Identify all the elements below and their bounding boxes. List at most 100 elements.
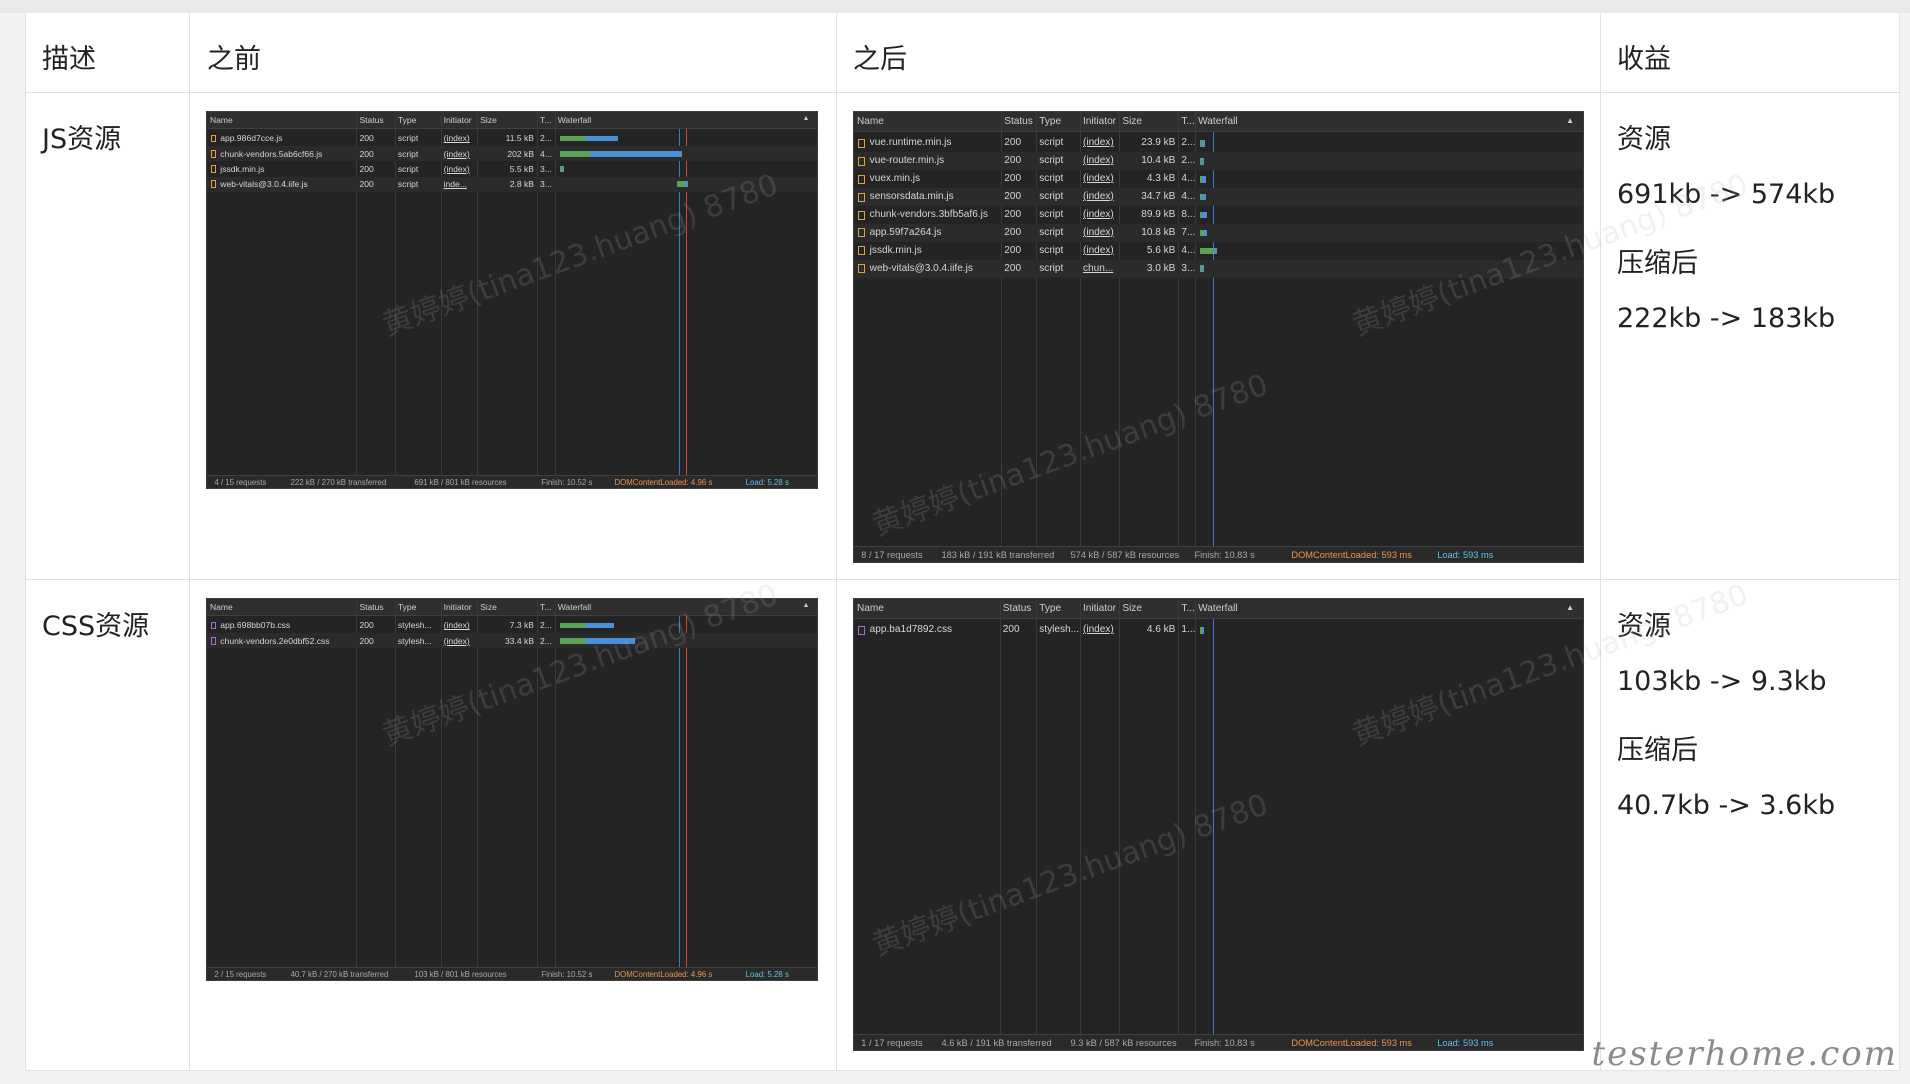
column-header-type[interactable]: Type — [1039, 603, 1061, 614]
script-file-icon — [210, 134, 217, 143]
status-bar: 1 / 17 requests 4.6 kB / 191 kB transferr… — [854, 1034, 1583, 1050]
request-initiator[interactable]: (index) — [1083, 137, 1114, 148]
column-header-size[interactable]: Size — [480, 602, 497, 612]
request-row[interactable]: vuex.min.js 200 script (index) 4.3 kB 4... — [854, 170, 1583, 188]
column-header-t[interactable]: T... — [540, 602, 551, 612]
request-name[interactable]: app.ba1d7892.css — [870, 624, 952, 635]
status-dcl: DOMContentLoaded: 4.96 s — [614, 477, 713, 487]
request-name[interactable]: jssdk.min.js — [870, 245, 922, 256]
status-requests: 4 / 15 requests — [214, 477, 267, 487]
request-row[interactable]: app.ba1d7892.css 200 stylesh... (index) 4.6 … — [854, 621, 1583, 639]
request-type: script — [1039, 155, 1064, 167]
request-row[interactable]: sensorsdata.min.js 200 script (index) 34.7 k… — [854, 188, 1583, 207]
request-row[interactable]: jssdk.min.js 200 script (index) 5.6 kB 4... — [854, 242, 1583, 260]
request-name[interactable]: vue-router.min.js — [870, 155, 945, 166]
request-row[interactable]: chunk-vendors.5ab6cf66.js 200 script (index… — [207, 146, 817, 162]
request-name[interactable]: app.59f7a264.js — [870, 227, 942, 238]
request-name[interactable]: sensorsdata.min.js — [870, 191, 954, 202]
request-row[interactable]: vue.runtime.min.js 200 script (index) 23.9 k… — [854, 134, 1583, 152]
request-initiator[interactable]: inde... — [444, 179, 467, 189]
request-initiator[interactable]: (index) — [1083, 245, 1114, 256]
request-initiator[interactable]: chun... — [1083, 263, 1113, 274]
column-header-type[interactable]: Type — [1039, 116, 1061, 127]
status-transferred: 183 kB / 191 kB transferred — [941, 549, 1055, 560]
column-header-waterfall[interactable]: Waterfall — [1198, 116, 1237, 127]
request-type: script — [397, 133, 419, 144]
request-row[interactable]: chunk-vendors.3bfb5af6.js 200 script (index… — [854, 206, 1583, 224]
request-name[interactable]: jssdk.min.js — [220, 164, 264, 174]
row-label-js: JS资源 — [42, 124, 122, 155]
column-header-size[interactable]: Size — [480, 115, 497, 125]
column-header-initiator[interactable]: Initiator — [1083, 603, 1116, 614]
column-header-status[interactable]: Status — [1003, 603, 1032, 614]
status-requests: 2 / 15 requests — [214, 969, 267, 979]
column-header-waterfall[interactable]: Waterfall — [558, 115, 591, 125]
request-name[interactable]: chunk-vendors.5ab6cf66.js — [220, 149, 322, 159]
request-row[interactable]: app.698bb07b.css 200 stylesh... (index) 7.3 … — [207, 618, 817, 633]
column-header-waterfall[interactable]: Waterfall — [558, 602, 591, 612]
sort-arrow-icon[interactable]: ▲ — [1566, 116, 1574, 125]
column-header-status[interactable]: Status — [1004, 116, 1033, 127]
request-row[interactable]: chunk-vendors.2e0dbf52.css 200 stylesh... (… — [207, 633, 817, 649]
sort-arrow-icon[interactable]: ▲ — [803, 115, 810, 122]
request-row[interactable]: jssdk.min.js 200 script (index) 5.5 kB 3... — [207, 161, 817, 176]
request-name[interactable]: chunk-vendors.2e0dbf52.css — [220, 636, 329, 646]
request-time: 1... — [1181, 624, 1196, 636]
request-initiator[interactable]: (index) — [444, 133, 470, 143]
request-initiator[interactable]: (index) — [1083, 624, 1114, 635]
request-status: 200 — [1004, 155, 1022, 167]
column-header-t[interactable]: T... — [1181, 116, 1194, 127]
request-initiator[interactable]: (index) — [444, 149, 470, 159]
request-name[interactable]: app.698bb07b.css — [220, 620, 290, 630]
request-name[interactable]: app.986d7cce.js — [220, 133, 282, 143]
column-header-name[interactable]: Name — [210, 115, 233, 125]
request-row[interactable]: web-vitals@3.0.4.iife.js 200 script inde...… — [207, 176, 817, 192]
column-header-t[interactable]: T... — [540, 115, 551, 125]
column-header-size[interactable]: Size — [1122, 116, 1142, 127]
request-type: stylesh... — [397, 635, 432, 646]
column-header-initiator[interactable]: Initiator — [1083, 116, 1116, 127]
request-row[interactable]: app.986d7cce.js 200 script (index) 11.5 kB 2.… — [207, 131, 817, 146]
load-marker — [686, 616, 688, 967]
column-header-name[interactable]: Name — [210, 602, 233, 612]
request-time: 4... — [1181, 191, 1196, 203]
column-header-status[interactable]: Status — [359, 602, 383, 612]
column-header-size[interactable]: Size — [1122, 603, 1142, 614]
request-row[interactable]: web-vitals@3.0.4.iife.js 200 script chun...… — [854, 259, 1583, 278]
request-initiator[interactable]: (index) — [1083, 155, 1114, 166]
column-header-name[interactable]: Name — [857, 116, 884, 127]
stylesheet-file-icon — [210, 636, 217, 645]
status-load: Load: 593 ms — [1437, 549, 1494, 560]
script-file-icon — [858, 138, 866, 148]
request-status: 200 — [1004, 173, 1022, 185]
request-name[interactable]: vuex.min.js — [870, 173, 920, 184]
column-header-initiator[interactable]: Initiator — [444, 602, 472, 612]
request-name[interactable]: web-vitals@3.0.4.iife.js — [870, 263, 973, 274]
request-name[interactable]: vue.runtime.min.js — [870, 137, 952, 148]
column-header-type[interactable]: Type — [398, 602, 417, 612]
column-header-status[interactable]: Status — [359, 115, 383, 125]
sort-arrow-icon[interactable]: ▲ — [1566, 603, 1574, 612]
column-divider — [1079, 599, 1081, 1035]
column-header-type[interactable]: Type — [398, 115, 417, 125]
column-divider — [1195, 599, 1197, 1035]
request-row[interactable]: vue-router.min.js 200 script (index) 10.4 kB… — [854, 152, 1583, 171]
request-initiator[interactable]: (index) — [444, 636, 470, 646]
request-initiator[interactable]: (index) — [1083, 173, 1114, 184]
column-header-initiator[interactable]: Initiator — [444, 115, 472, 125]
request-initiator[interactable]: (index) — [444, 620, 470, 630]
request-name[interactable]: web-vitals@3.0.4.iife.js — [220, 179, 308, 189]
sort-arrow-icon[interactable]: ▲ — [803, 602, 810, 609]
request-row[interactable]: app.59f7a264.js 200 script (index) 10.8 kB 7.… — [854, 224, 1583, 242]
column-header-t[interactable]: T... — [1181, 603, 1194, 614]
column-divider — [1119, 599, 1121, 1035]
request-initiator[interactable]: (index) — [1083, 227, 1114, 238]
column-header-name[interactable]: Name — [857, 603, 884, 614]
request-initiator[interactable]: (index) — [1083, 209, 1114, 220]
request-initiator[interactable]: (index) — [444, 164, 470, 174]
request-initiator[interactable]: (index) — [1083, 191, 1114, 202]
status-finish: Finish: 10.52 s — [541, 477, 593, 487]
column-header-waterfall[interactable]: Waterfall — [1198, 603, 1237, 614]
request-name[interactable]: chunk-vendors.3bfb5af6.js — [870, 209, 988, 220]
request-type: stylesh... — [397, 620, 432, 631]
